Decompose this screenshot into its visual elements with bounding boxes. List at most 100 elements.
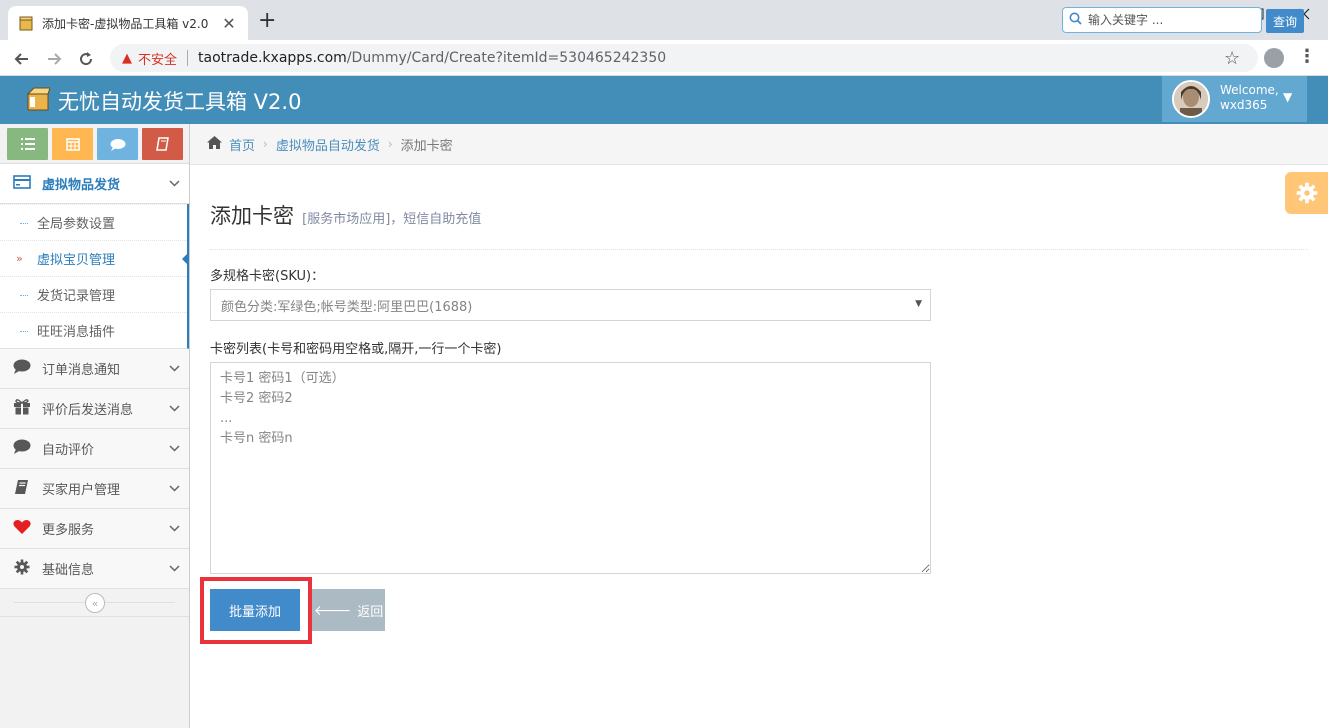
submenu-item-global-settings[interactable]: 全局参数设置	[0, 204, 187, 240]
chevron-down-icon	[159, 562, 189, 575]
calendar-icon	[65, 138, 80, 151]
url-divider	[187, 50, 189, 66]
tab-title: 添加卡密-虚拟物品工具箱 v2.0	[42, 16, 209, 31]
breadcrumb-home-link[interactable]: 首页	[229, 135, 255, 154]
breadcrumb-section-link[interactable]: 虚拟物品自动发货	[276, 135, 380, 154]
chevron-down-icon	[159, 522, 189, 535]
browser-tab[interactable]: 添加卡密-虚拟物品工具箱 v2.0 ✕	[8, 6, 248, 40]
chevron-down-icon	[159, 482, 189, 495]
comment-icon	[12, 439, 32, 458]
back-button-label: 返回	[357, 604, 384, 620]
sidebar-collapse-row: «	[0, 589, 189, 617]
gift-icon	[12, 398, 32, 419]
shortcut-bar	[0, 124, 189, 164]
comment-icon	[110, 138, 125, 151]
search-button[interactable]: 查询	[1266, 9, 1304, 33]
submenu-virtual-goods: 全局参数设置 » 虚拟宝贝管理 发货记录管理 旺旺消息插件	[0, 204, 189, 349]
chevron-down-icon	[159, 362, 189, 375]
breadcrumb: 首页 › 虚拟物品自动发货 › 添加卡密	[190, 124, 1328, 165]
warning-icon: ▲	[122, 50, 132, 66]
sku-label: 多规格卡密(SKU)：	[210, 269, 325, 284]
book-icon	[12, 479, 32, 499]
credit-card-icon	[12, 174, 32, 193]
breadcrumb-current: 添加卡密	[400, 138, 453, 154]
batch-add-button[interactable]: 批量添加	[210, 589, 300, 631]
list-shortcut-button[interactable]	[7, 128, 48, 160]
page-subtitle: [服务市场应用]，短信自助充值	[302, 212, 482, 227]
sidebar-item-label: 基础信息	[42, 563, 95, 578]
book-icon	[155, 137, 169, 151]
menu-kebab-icon[interactable]: ⋮	[1298, 46, 1316, 67]
insecure-label: 不安全	[138, 52, 178, 68]
new-tab-button[interactable]: +	[258, 10, 276, 32]
url-field[interactable]: ▲ 不安全 taotrade.kxapps.com/Dummy/Card/Cre…	[110, 44, 1258, 72]
gear-icon	[12, 559, 32, 579]
sku-selected-value: 颜色分类:军绿色;帐号类型:阿里巴巴(1688)	[221, 299, 473, 315]
book-shortcut-button[interactable]	[142, 128, 183, 160]
chevron-down-icon	[159, 402, 189, 415]
cards-textarea[interactable]	[210, 362, 931, 574]
welcome-text: Welcome, wxd365	[1220, 83, 1279, 113]
sidebar-item-label: 评价后发送消息	[42, 403, 134, 418]
close-tab-icon[interactable]: ✕	[220, 14, 238, 33]
sidebar-item-auto-review[interactable]: 自动评价	[0, 429, 189, 469]
comment-icon	[12, 359, 32, 378]
reload-icon[interactable]	[75, 48, 97, 70]
username: wxd365	[1220, 98, 1268, 112]
forward-arrow-icon[interactable]	[43, 48, 65, 70]
sidebar-item-order-notify[interactable]: 订单消息通知	[0, 349, 189, 389]
page-title: 添加卡密	[210, 204, 294, 228]
submenu-item-label: 虚拟宝贝管理	[37, 253, 116, 268]
heart-icon	[12, 519, 32, 539]
logo-box-icon	[26, 87, 50, 111]
chevron-down-icon	[159, 442, 189, 455]
profile-avatar-icon[interactable]	[1264, 48, 1284, 68]
active-indicator-arrow	[182, 252, 189, 266]
box-icon	[19, 16, 33, 31]
cards-label: 卡密列表(卡号和密码用空格或,隔开,一行一个卡密)	[210, 342, 502, 357]
sidebar-item-review-message[interactable]: 评价后发送消息	[0, 389, 189, 429]
sidebar-item-buyer-management[interactable]: 买家用户管理	[0, 469, 189, 509]
url-host: taotrade.kxapps.com	[198, 50, 347, 66]
search-box	[1062, 7, 1262, 33]
url-path: /Dummy/Card/Create?itemId=530465242350	[346, 50, 667, 66]
sidebar-item-label: 自动评价	[42, 443, 95, 458]
user-avatar	[1172, 80, 1210, 118]
address-bar: ▲ 不安全 taotrade.kxapps.com/Dummy/Card/Cre…	[0, 40, 1328, 76]
sku-select[interactable]: 颜色分类:军绿色;帐号类型:阿里巴巴(1688) ▼	[210, 289, 931, 321]
back-arrow-icon[interactable]	[11, 48, 33, 70]
sidebar-item-label: 更多服务	[42, 523, 95, 538]
url-text: taotrade.kxapps.com/Dummy/Card/Create?it…	[198, 50, 666, 66]
sidebar-item-label: 虚拟物品发货	[42, 178, 121, 193]
chevron-right-icon: ›	[387, 137, 393, 151]
bookmark-star-icon[interactable]: ☆	[1224, 48, 1240, 69]
chevron-down-icon	[159, 177, 189, 190]
caret-down-icon: ▼	[1283, 90, 1293, 104]
welcome-label: Welcome,	[1220, 83, 1279, 97]
collapse-sidebar-icon[interactable]: «	[85, 593, 105, 613]
brand-title[interactable]: 无忧自动发货工具箱 V2.0	[58, 86, 301, 116]
submenu-item-virtual-items[interactable]: » 虚拟宝贝管理	[0, 240, 189, 276]
sidebar-item-more-services[interactable]: 更多服务	[0, 509, 189, 549]
arrow-left-icon: 🡐	[313, 602, 352, 619]
sidebar-item-label: 买家用户管理	[42, 483, 121, 498]
sidebar-item-basic-info[interactable]: 基础信息	[0, 549, 189, 589]
page-header: 添加卡密 [服务市场应用]，短信自助充值	[210, 200, 1308, 250]
sidebar-item-label: 订单消息通知	[42, 363, 121, 378]
chevron-right-icon: ›	[263, 137, 268, 151]
sidebar: 虚拟物品发货 全局参数设置 » 虚拟宝贝管理 发货记录管理 旺旺消息插件 订单消…	[0, 124, 190, 728]
user-menu[interactable]: Welcome, wxd365 ▼	[1162, 76, 1307, 122]
calendar-shortcut-button[interactable]	[52, 128, 93, 160]
sidebar-item-virtual-goods[interactable]: 虚拟物品发货	[0, 164, 189, 204]
list-icon	[20, 138, 35, 150]
caret-down-icon: ▼	[915, 299, 922, 309]
submenu-item-wangwang-plugin[interactable]: 旺旺消息插件	[0, 312, 187, 348]
submenu-item-delivery-records[interactable]: 发货记录管理	[0, 276, 187, 312]
comment-shortcut-button[interactable]	[97, 128, 138, 160]
back-button[interactable]: 🡐 返回	[312, 589, 385, 631]
home-icon	[206, 135, 223, 154]
app-header: 无忧自动发货工具箱 V2.0	[0, 76, 1328, 124]
double-chevron-right-icon: »	[16, 252, 23, 265]
search-input[interactable]	[1088, 13, 1248, 27]
search-icon	[1069, 12, 1082, 29]
